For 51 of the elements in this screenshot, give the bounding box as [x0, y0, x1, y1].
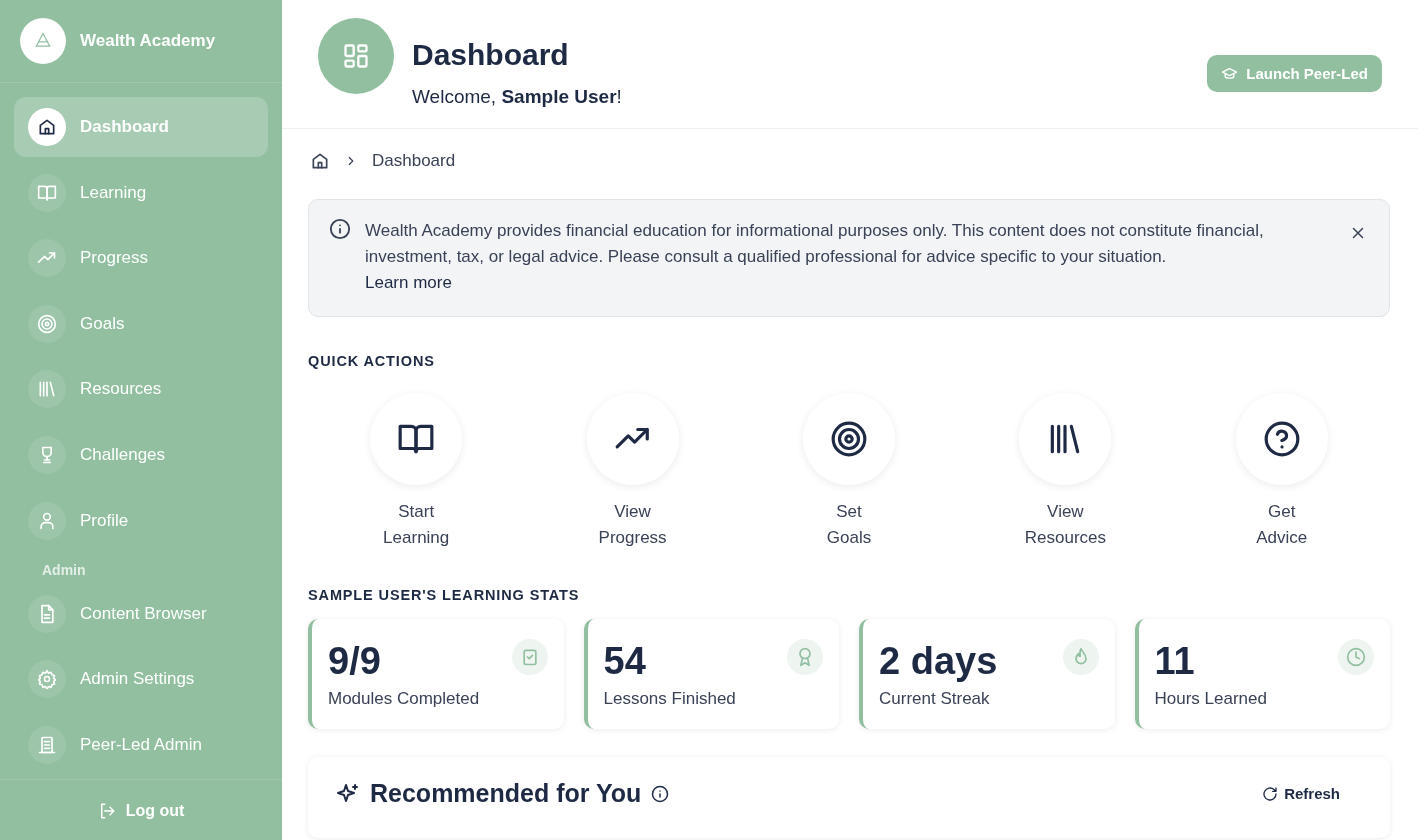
sidebar-item[interactable]: Learning — [14, 162, 268, 223]
launch-button[interactable]: Launch Peer-Led — [1207, 55, 1382, 92]
building-icon — [37, 734, 57, 755]
logo-icon — [20, 18, 66, 64]
welcome-text: Welcome, Sample User! — [412, 86, 623, 108]
quick-action-button[interactable]: View Resources — [957, 393, 1174, 551]
sidebar-item[interactable]: Admin Settings — [14, 649, 268, 710]
section-heading: SAMPLE USER'S LEARNING STATS — [308, 587, 581, 603]
sidebar-item[interactable]: Profile — [14, 490, 268, 551]
sidebar-item[interactable]: Goals — [14, 293, 268, 354]
stat-label: Hours Learned — [1154, 689, 1267, 709]
stat-value: 9/9 — [328, 639, 382, 683]
sidebar-item[interactable]: Challenges — [14, 424, 268, 485]
clock-icon — [1346, 647, 1366, 667]
section-heading: QUICK ACTIONS — [308, 353, 436, 369]
stat-label: Current Streak — [879, 689, 991, 709]
refresh-icon — [1262, 785, 1279, 802]
breadcrumb-item[interactable]: Dashboard — [372, 151, 456, 171]
home-icon — [310, 151, 330, 171]
brand-name: Wealth Academy — [80, 31, 216, 51]
quick-action-button[interactable]: View Progress — [524, 393, 741, 551]
info-icon — [651, 784, 670, 803]
grid-icon — [342, 42, 370, 70]
sidebar-item[interactable]: Progress — [14, 228, 268, 289]
info-icon — [329, 218, 351, 240]
refresh-button[interactable]: Refresh — [1256, 784, 1346, 803]
stat-value: 2 days — [879, 639, 998, 683]
quick-action-button[interactable]: Start Learning — [308, 393, 525, 551]
home-icon — [37, 117, 57, 137]
sidebar-item[interactable]: Resources — [14, 359, 268, 420]
page-title: Dashboard — [412, 38, 570, 72]
sidebar-item[interactable]: Content Browser — [14, 583, 268, 644]
sidebar-item[interactable]: Dashboard — [14, 97, 268, 157]
gear-icon — [37, 669, 57, 690]
sidebar-item[interactable]: Peer-Led Admin — [14, 714, 268, 775]
learn-more-link[interactable]: Learn more — [365, 273, 452, 292]
target-icon — [37, 313, 57, 334]
disclaimer-text: Wealth Academy provides financial education for informational purposes only. This content does not constitute financial, investment, tax, or legal advice. Please consult a qualified professional for advice specific to your situation. — [365, 221, 1264, 266]
user-icon — [37, 510, 57, 531]
quick-action-button[interactable]: Get Advice — [1173, 393, 1390, 551]
stat-value: 11 — [1154, 639, 1196, 683]
stat-label: Modules Completed — [328, 689, 480, 709]
graduation-cap-icon — [1221, 65, 1239, 82]
quick-action-button[interactable]: Set Goals — [740, 393, 958, 551]
stat-label: Lessons Finished — [603, 689, 736, 709]
logout-button[interactable]: Log out — [97, 802, 185, 820]
section-heading: Admin — [41, 561, 87, 579]
stat-value: 54 — [603, 639, 647, 683]
target-icon — [830, 420, 868, 458]
help-circle-icon — [1262, 420, 1301, 458]
card-title: Recommended for You — [370, 779, 642, 808]
